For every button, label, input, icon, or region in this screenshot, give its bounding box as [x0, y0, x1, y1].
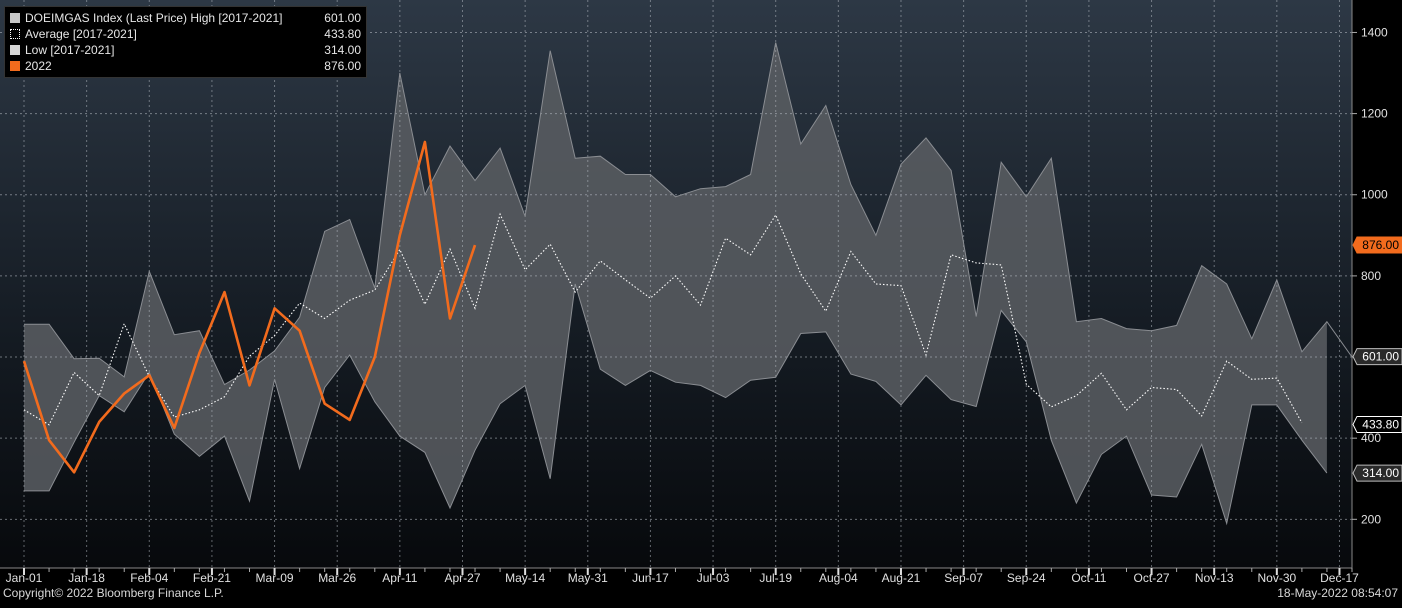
legend-value-low: 314.00: [324, 43, 361, 57]
x-tick-label: Nov-13: [1195, 571, 1234, 585]
x-tick-label: Aug-04: [819, 571, 858, 585]
x-tick-label: Oct-11: [1071, 571, 1106, 585]
legend: DOEIMGAS Index (Last Price) High [2017-2…: [4, 6, 367, 78]
x-tick-label: May-14: [505, 571, 545, 585]
legend-swatch-average: [10, 29, 20, 39]
legend-label-high: DOEIMGAS Index (Last Price) High [2017-2…: [25, 11, 283, 25]
price-tag-label: 433.80: [1362, 417, 1399, 431]
timestamp-text: 18-May-2022 08:54:07: [1277, 586, 1398, 600]
chart-svg: 200400600800100012001400Jan-01Jan-18Feb-…: [0, 0, 1402, 585]
price-tag-314.00: 314.00: [1352, 464, 1402, 482]
x-tick-label: Aug-21: [882, 571, 921, 585]
legend-label-average: Average [2017-2021]: [25, 27, 137, 41]
price-tag-label: 314.00: [1362, 466, 1399, 480]
x-tick-label: Mar-09: [256, 571, 294, 585]
x-tick-label: Nov-30: [1257, 571, 1296, 585]
legend-item-average: Average [2017-2021] 433.80: [10, 26, 361, 42]
y-tick-label: 200: [1361, 512, 1381, 526]
price-tag-433.80: 433.80: [1352, 415, 1402, 433]
x-tick-label: Apr-27: [444, 571, 480, 585]
legend-value-average: 433.80: [324, 27, 361, 41]
x-tick-label: Feb-21: [193, 571, 231, 585]
legend-item-2022: 2022 876.00: [10, 58, 361, 74]
x-tick-label: Sep-07: [944, 571, 983, 585]
price-tag-label: 876.00: [1362, 238, 1399, 252]
price-tag-601.00: 601.00: [1352, 348, 1402, 366]
x-tick-label: May-31: [568, 571, 608, 585]
x-tick-label: Feb-04: [130, 571, 168, 585]
legend-swatch-low: [10, 45, 20, 55]
seasonality-chart: 200400600800100012001400Jan-01Jan-18Feb-…: [0, 0, 1402, 603]
x-tick-label: Jan-01: [6, 571, 43, 585]
legend-item-high: DOEIMGAS Index (Last Price) High [2017-2…: [10, 10, 361, 26]
x-tick-label: Sep-24: [1007, 571, 1046, 585]
y-tick-label: 1400: [1361, 25, 1388, 39]
x-tick-label: Mar-26: [318, 571, 356, 585]
x-tick-label: Apr-11: [382, 571, 417, 585]
copyright-text: Copyright© 2022 Bloomberg Finance L.P.: [3, 586, 224, 600]
legend-value-2022: 876.00: [324, 59, 361, 73]
price-tag-876.00: 876.00: [1352, 236, 1402, 254]
x-tick-label: Jan-18: [68, 571, 105, 585]
legend-label-2022: 2022: [25, 59, 52, 73]
y-tick-label: 1000: [1361, 188, 1388, 202]
x-tick-label: Jul-19: [759, 571, 792, 585]
y-tick-label: 400: [1361, 431, 1381, 445]
y-tick-label: 1200: [1361, 107, 1388, 121]
x-tick-label: Jun-17: [632, 571, 669, 585]
legend-value-high: 601.00: [324, 11, 361, 25]
x-tick-label: Oct-27: [1134, 571, 1170, 585]
x-tick-label: Dec-17: [1320, 571, 1359, 585]
legend-label-low: Low [2017-2021]: [25, 43, 115, 57]
legend-item-low: Low [2017-2021] 314.00: [10, 42, 361, 58]
legend-swatch-2022: [10, 61, 20, 71]
price-tag-label: 601.00: [1362, 350, 1399, 364]
x-tick-label: Jul-03: [697, 571, 730, 585]
y-tick-label: 800: [1361, 269, 1381, 283]
legend-swatch-high: [10, 13, 20, 23]
